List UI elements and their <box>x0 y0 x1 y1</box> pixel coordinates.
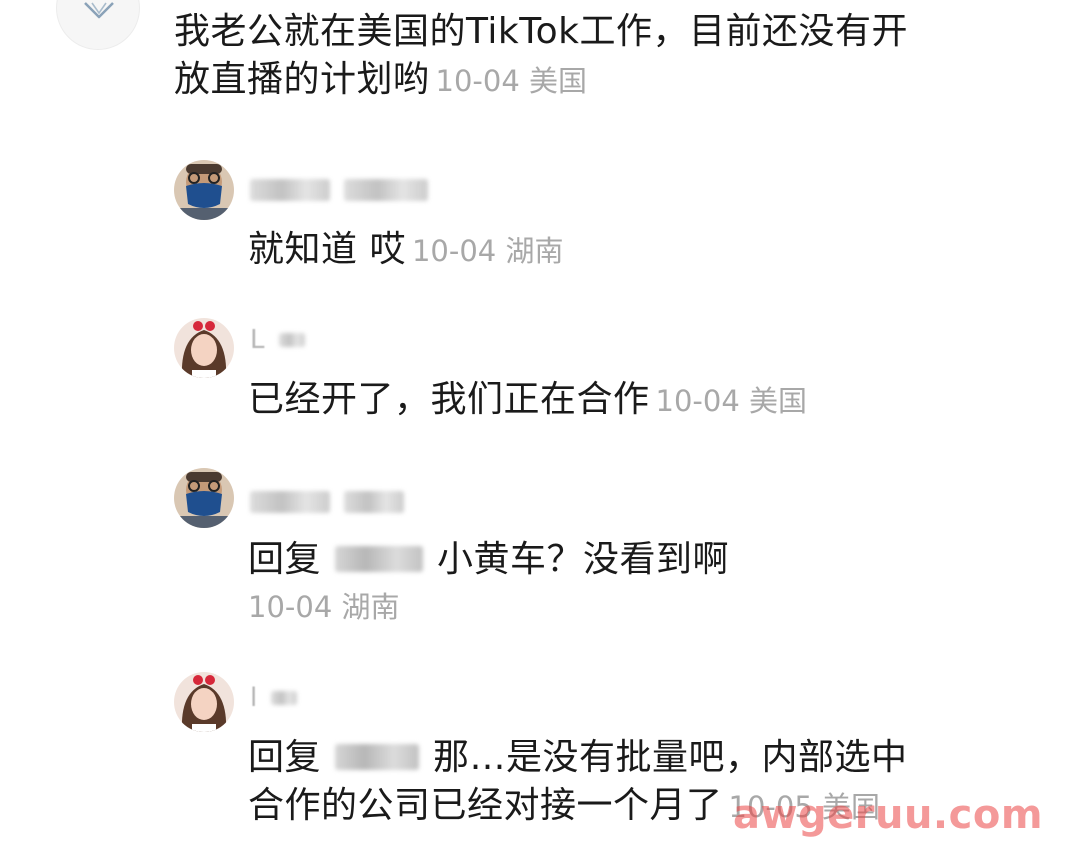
username-blurred[interactable] <box>250 176 428 204</box>
main-comment-line1: 我老公就在美国的TikTok工作，目前还没有开 <box>174 11 908 52</box>
username-initial: l <box>250 683 258 713</box>
avatar-woman[interactable] <box>174 318 234 378</box>
main-comment-line2-text: 放直播的计划哟 <box>174 58 430 100</box>
diamond-icon <box>84 2 114 19</box>
commenter-avatar-top[interactable] <box>56 0 140 50</box>
reply-text-line1: 那…是没有批量吧，内部选中 <box>433 737 908 778</box>
comment-meta: 10-04 美国 <box>655 384 808 418</box>
reply-line1: 回复 那…是没有批量吧，内部选中 <box>248 734 908 782</box>
username-blurred[interactable]: l <box>250 683 298 713</box>
avatar-masked-man[interactable] <box>174 468 234 528</box>
reply-text: 就知道 哎 <box>248 229 406 270</box>
username-initial: L <box>250 325 265 355</box>
comment-meta: 10-04 湖南 <box>248 589 400 624</box>
reply-text: 已经开了，我们正在合作 <box>248 379 650 420</box>
reply-prefix: 回复 <box>248 737 322 778</box>
username-blurred[interactable]: L <box>250 325 305 355</box>
avatar-woman[interactable] <box>174 672 234 732</box>
comment-meta: 10-04 美国 <box>435 63 588 98</box>
mentioned-user-blurred[interactable] <box>335 744 420 770</box>
reply-1: 就知道 哎 10-04 湖南 <box>248 226 563 274</box>
reply-prefix: 回复 <box>248 539 322 580</box>
main-comment-line2: 放直播的计划哟 10-04 美国 <box>174 56 908 104</box>
reply-text-line2: 合作的公司已经对接一个月了 <box>248 784 723 826</box>
main-comment-text: 我老公就在美国的TikTok工作，目前还没有开 放直播的计划哟 10-04 美国 <box>174 8 908 104</box>
avatar-masked-man[interactable] <box>174 160 234 220</box>
watermark: awgeruu.com <box>733 792 1043 838</box>
mentioned-user-blurred[interactable] <box>335 546 424 572</box>
username-blurred[interactable] <box>250 488 404 516</box>
comment-meta: 10-04 湖南 <box>411 234 564 268</box>
reply-text: 小黄车？没看到啊 <box>437 539 730 580</box>
reply-3: 回复 小黄车？没看到啊 10-04 湖南 <box>248 536 729 630</box>
reply-2: 已经开了，我们正在合作 10-04 美国 <box>248 376 807 424</box>
